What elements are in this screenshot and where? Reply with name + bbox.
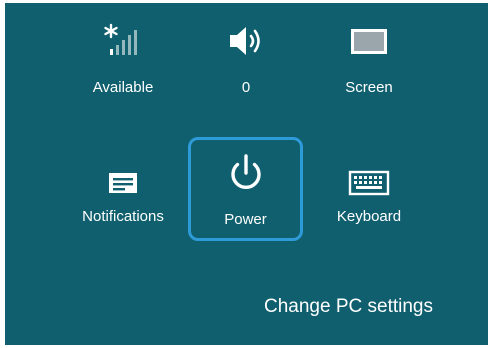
notifications-label: Notifications: [82, 208, 164, 225]
settings-charm-panel: Available 0 Screen Notifications Power K…: [5, 3, 488, 345]
keyboard-icon: [311, 165, 427, 201]
screen-label: Screen: [345, 79, 393, 96]
screen-button[interactable]: Screen: [311, 1, 427, 105]
speaker-volume-icon: [188, 23, 304, 59]
network-signal-icon: [65, 23, 181, 59]
screen-brightness-icon: [311, 23, 427, 59]
keyboard-button[interactable]: Keyboard: [311, 133, 427, 243]
change-pc-settings-link[interactable]: Change PC settings: [264, 296, 433, 318]
power-button[interactable]: Power: [188, 137, 303, 241]
power-icon: [191, 154, 300, 192]
notifications-icon: [65, 165, 181, 201]
network-status-label: Available: [92, 79, 154, 96]
notifications-button[interactable]: Notifications: [65, 133, 181, 243]
network-button[interactable]: Available: [65, 1, 181, 105]
volume-level-label: 0: [241, 79, 251, 96]
power-label: Power: [224, 211, 267, 228]
volume-button[interactable]: 0: [188, 1, 304, 105]
keyboard-label: Keyboard: [336, 208, 402, 225]
